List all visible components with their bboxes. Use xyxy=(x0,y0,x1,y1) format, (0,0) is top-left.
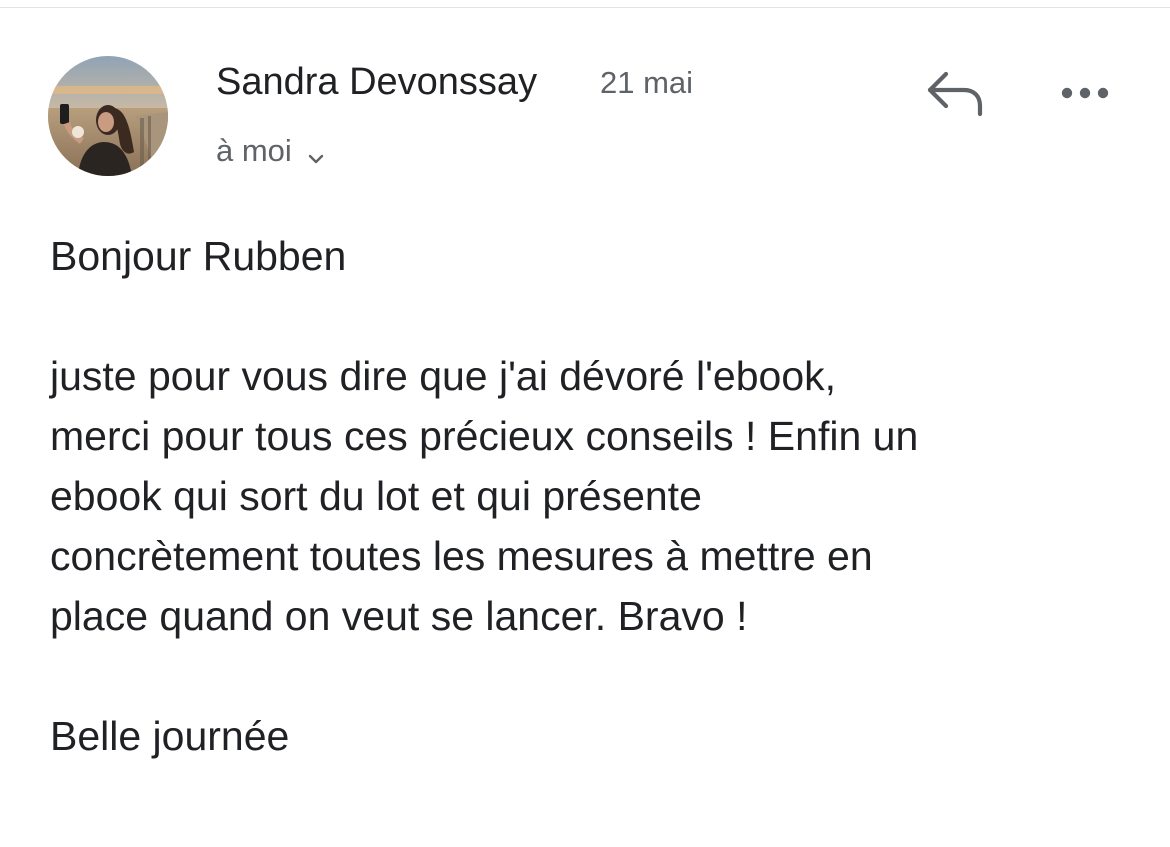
sender-name: Sandra Devonssay xyxy=(216,61,538,103)
message-line: ebook qui sort du lot et qui présente xyxy=(50,473,702,519)
message-line: place quand on veut se lancer. Bravo ! xyxy=(50,593,748,639)
message-line: merci pour tous ces précieux conseils ! … xyxy=(50,413,919,459)
more-horizontal-icon xyxy=(1061,87,1109,99)
recipient-details-toggle[interactable]: à moi xyxy=(216,128,326,174)
message-closing: Belle journée xyxy=(50,713,290,759)
message-greeting: Bonjour Rubben xyxy=(50,233,347,279)
top-divider xyxy=(0,7,1170,8)
message-body: Bonjour Rubben juste pour vous dire que … xyxy=(50,226,1140,766)
message-paragraph: juste pour vous dire que j'ai dévoré l'e… xyxy=(50,346,1140,646)
reply-button[interactable] xyxy=(922,66,986,120)
message-line: juste pour vous dire que j'ai dévoré l'e… xyxy=(50,353,837,399)
recipient-label: à moi xyxy=(216,133,292,168)
avatar-photo xyxy=(48,56,168,176)
avatar[interactable] xyxy=(48,56,168,176)
reply-arrow-icon xyxy=(927,71,983,117)
more-options-button[interactable] xyxy=(1054,70,1116,116)
chevron-down-icon xyxy=(306,141,326,164)
email-date: 21 mai xyxy=(600,65,694,100)
message-line: concrètement toutes les mesures à mettre… xyxy=(50,533,873,579)
